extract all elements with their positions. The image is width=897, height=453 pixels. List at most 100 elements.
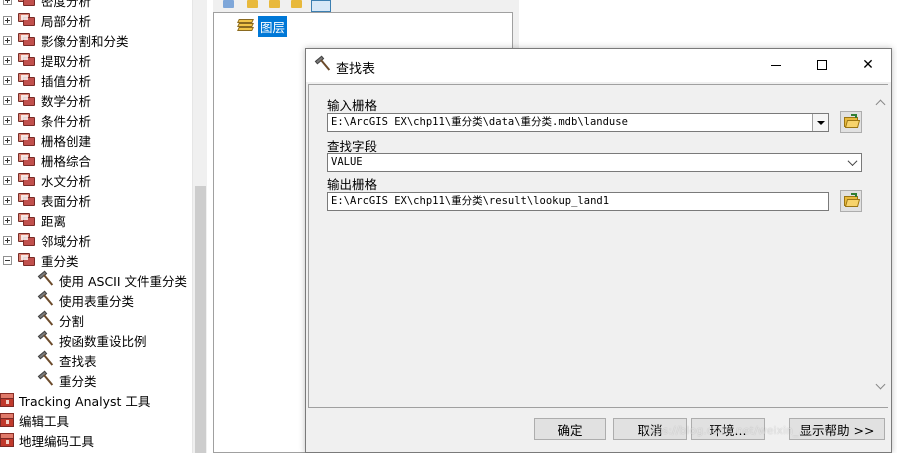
toolbox-toolset[interactable]: 密度分析	[3, 0, 91, 10]
tree-item-label: 水文分析	[41, 173, 92, 189]
toolbox-tool[interactable]: 使用表重分类	[37, 290, 134, 310]
minimize-icon	[771, 64, 781, 66]
toolset-icon	[18, 193, 36, 207]
toolbox-tool[interactable]: 按函数重设比例	[37, 330, 147, 350]
tree-item-label: 插值分析	[41, 73, 92, 89]
toolbox-toolset[interactable]: 条件分析	[3, 110, 91, 130]
toolset-icon	[18, 253, 36, 267]
toolbox-toolset[interactable]: 栅格创建	[3, 130, 91, 150]
tree-item-label: 局部分析	[41, 13, 92, 29]
toolbox-toolset[interactable]: 提取分析	[3, 50, 91, 70]
hammer-icon	[37, 330, 54, 348]
toolset-icon	[18, 93, 36, 107]
toolbox-tool[interactable]: 分割	[37, 310, 84, 330]
tree-item-label: 编辑工具	[19, 413, 70, 429]
list-by-selection-icon[interactable]	[287, 0, 307, 12]
collapse-minus-icon[interactable]	[3, 255, 12, 265]
expand-plus-icon[interactable]	[3, 175, 12, 185]
toolbox-icon	[0, 393, 15, 407]
expand-plus-icon[interactable]	[3, 235, 12, 245]
tree-item-label: 表面分析	[41, 193, 92, 209]
expand-plus-icon[interactable]	[3, 75, 12, 85]
tree-item-label: 按函数重设比例	[59, 333, 147, 349]
toolbox-toolset[interactable]: 重分类	[3, 250, 79, 270]
toc-layers-node[interactable]: 图层	[237, 15, 288, 37]
dialog-titlebar[interactable]: 查找表 ✕	[306, 49, 891, 82]
toolset-icon	[18, 173, 36, 187]
toolbox-toolset[interactable]: 邻域分析	[3, 230, 91, 250]
tree-item-label: 重分类	[59, 373, 97, 389]
tree-item-label: 重分类	[41, 253, 79, 269]
toolbox-root-item[interactable]: 编辑工具	[0, 410, 69, 430]
toolbox-root-item[interactable]: 地理编码工具	[0, 430, 94, 450]
toolbox-toolset[interactable]: 数学分析	[3, 90, 91, 110]
toolset-icon	[18, 73, 36, 87]
toolbox-toolset[interactable]: 距离	[3, 210, 66, 230]
toolset-icon	[18, 153, 36, 167]
ok-button[interactable]: 确定	[534, 418, 606, 440]
toolbox-tool[interactable]: 查找表	[37, 350, 97, 370]
input-raster-combobox[interactable]: E:\ArcGIS EX\chp11\重分类\data\重分类.mdb\land…	[327, 113, 829, 132]
dialog-content: 输入栅格 E:\ArcGIS EX\chp11\重分类\data\重分类.mdb…	[308, 84, 888, 408]
list-by-source-icon[interactable]	[243, 0, 263, 12]
expand-plus-icon[interactable]	[3, 135, 12, 145]
tree-item-label: 邻域分析	[41, 233, 92, 249]
chevron-down-icon[interactable]	[845, 154, 859, 171]
toolbox-toolset[interactable]: 插值分析	[3, 70, 91, 90]
toolbox-scrollbar[interactable]	[192, 0, 207, 453]
open-folder-icon	[843, 193, 860, 207]
hammer-icon	[37, 310, 54, 328]
expand-plus-icon[interactable]	[3, 215, 12, 225]
toolbox-toolset[interactable]: 表面分析	[3, 190, 91, 210]
expand-plus-icon[interactable]	[3, 155, 12, 165]
tree-item-label: 查找表	[59, 353, 97, 369]
input-raster-browse-button[interactable]	[840, 111, 862, 133]
chevron-down-icon[interactable]	[812, 114, 828, 131]
output-raster-field[interactable]: E:\ArcGIS EX\chp11\重分类\result\lookup_lan…	[327, 192, 829, 211]
tree-item-label: 使用表重分类	[59, 293, 135, 309]
toolset-icon	[18, 133, 36, 147]
expand-plus-icon[interactable]	[3, 95, 12, 105]
tree-item-label: Tracking Analyst 工具	[19, 393, 151, 409]
expand-plus-icon[interactable]	[3, 115, 12, 125]
close-button[interactable]: ✕	[845, 49, 891, 81]
toolbox-toolset[interactable]: 水文分析	[3, 170, 91, 190]
close-icon: ✕	[862, 57, 874, 73]
toolbox-tool[interactable]: 重分类	[37, 370, 97, 390]
list-by-drawing-order-icon[interactable]	[219, 0, 239, 12]
maximize-button[interactable]	[799, 49, 845, 81]
scrollbar-thumb[interactable]	[195, 186, 206, 453]
tree-item-label: 使用 ASCII 文件重分类	[59, 273, 188, 289]
expand-plus-icon[interactable]	[3, 15, 12, 25]
tree-item-label: 地理编码工具	[19, 433, 95, 449]
expand-plus-icon[interactable]	[3, 35, 12, 45]
hammer-icon	[314, 55, 331, 73]
output-raster-browse-button[interactable]	[840, 190, 862, 212]
toolbox-toolset[interactable]: 栅格综合	[3, 150, 91, 170]
toolset-icon	[18, 53, 36, 67]
toolbox-tool[interactable]: 使用 ASCII 文件重分类	[37, 270, 187, 290]
list-by-visibility-icon[interactable]	[265, 0, 285, 12]
minimize-button[interactable]	[753, 49, 799, 81]
open-folder-icon	[843, 114, 860, 128]
options-icon[interactable]	[311, 0, 331, 12]
expand-plus-icon[interactable]	[3, 55, 12, 65]
expand-plus-icon[interactable]	[3, 0, 12, 5]
scroll-up-icon[interactable]	[876, 97, 886, 107]
toolbox-root-item[interactable]: Tracking Analyst 工具	[0, 390, 150, 410]
hammer-icon	[37, 270, 54, 288]
tree-item-label: 分割	[59, 313, 85, 329]
toolbox-toolset[interactable]: 局部分析	[3, 10, 91, 30]
tree-item-label: 提取分析	[41, 53, 92, 69]
toolbox-toolset[interactable]: 影像分割和分类	[3, 30, 129, 50]
scroll-down-icon[interactable]	[876, 381, 886, 391]
lookup-field-value: VALUE	[331, 156, 363, 168]
hammer-icon	[37, 370, 54, 388]
expand-plus-icon[interactable]	[3, 195, 12, 205]
output-raster-label: 输出栅格	[327, 177, 378, 192]
content-scrollbar[interactable]	[874, 85, 888, 407]
dialog-title: 查找表	[336, 62, 376, 77]
lookup-field-select[interactable]: VALUE	[327, 153, 862, 172]
watermark: https://blog.csdn.net/weixin_...	[640, 424, 810, 437]
toolset-icon	[18, 13, 36, 27]
